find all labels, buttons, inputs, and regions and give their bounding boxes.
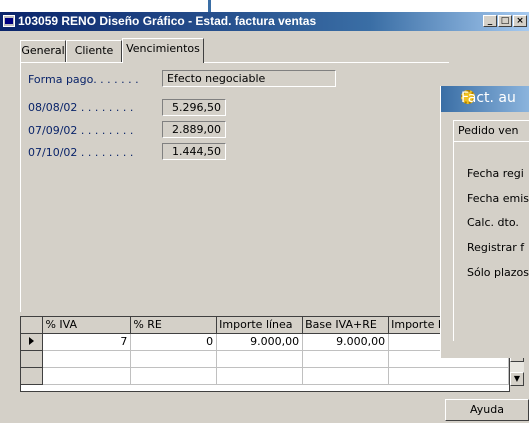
row-selector[interactable] — [21, 350, 44, 368]
table-row[interactable]: 7 0 9.000,00 9.000,00 630,00 — [21, 333, 509, 351]
column-header-re[interactable]: % RE — [130, 317, 218, 334]
minimize-button[interactable]: _ — [483, 15, 497, 27]
current-row-arrow-icon — [29, 337, 35, 345]
vencimiento-amount-2[interactable]: 2.889,00 — [162, 121, 226, 138]
window-title: 103059 RENO Diseño Gráfico - Estad. fact… — [18, 14, 317, 28]
row-selector[interactable] — [21, 333, 44, 351]
forma-pago-field[interactable]: Efecto negociable — [162, 70, 336, 87]
dialog-label-fecha-emision: Fecha emis — [467, 192, 529, 205]
tab-general[interactable]: General — [20, 40, 66, 62]
cell-base[interactable]: 9.000,00 — [302, 333, 390, 351]
table-row[interactable] — [21, 350, 509, 368]
table-row[interactable] — [21, 367, 509, 385]
tab-panel — [20, 62, 449, 312]
forma-pago-label: Forma pago. . . . . . . — [28, 73, 139, 86]
dialog-title-bar[interactable]: Fact. au — [441, 86, 529, 112]
cell-re[interactable]: 0 — [130, 333, 218, 351]
background-window-edge — [208, 0, 211, 12]
app-icon — [3, 15, 15, 27]
row-selector[interactable] — [21, 367, 44, 385]
restore-button[interactable]: □ — [498, 15, 512, 27]
column-header-iva[interactable]: % IVA — [42, 317, 132, 334]
grid-header-row: % IVA % RE Importe línea Base IVA+RE Imp… — [21, 317, 509, 334]
vencimiento-date-1: 08/08/02 . . . . . . . . — [28, 101, 134, 114]
fact-dialog: Fact. au Pedido ven Fecha regi Fecha emi… — [440, 86, 529, 358]
vencimiento-amount-3[interactable]: 1.444,50 — [162, 143, 226, 160]
vencimiento-date-2: 07/09/02 . . . . . . . . — [28, 124, 134, 137]
tab-pedido-ventas[interactable]: Pedido ven — [453, 120, 529, 142]
help-button[interactable]: Ayuda — [445, 399, 529, 421]
dialog-label-calc-dto: Calc. dto. — [467, 216, 519, 229]
tax-grid[interactable]: % IVA % RE Importe línea Base IVA+RE Imp… — [20, 316, 510, 392]
grid-corner — [21, 317, 44, 334]
title-bar[interactable]: 103059 RENO Diseño Gráfico - Estad. fact… — [0, 12, 529, 31]
dialog-label-fecha-registro: Fecha regi — [467, 167, 524, 180]
dialog-label-solo-plazos: Sólo plazos — [467, 266, 529, 279]
background-strip — [0, 0, 529, 12]
cell-iva[interactable]: 7 — [42, 333, 132, 351]
tab-cliente[interactable]: Cliente — [66, 40, 122, 62]
vencimiento-date-3: 07/10/02 . . . . . . . . — [28, 146, 134, 159]
column-header-importe-linea[interactable]: Importe línea — [216, 317, 304, 334]
cell-importe-linea[interactable]: 9.000,00 — [216, 333, 304, 351]
tab-vencimientos[interactable]: Vencimientos — [122, 38, 204, 63]
close-button[interactable]: × — [513, 15, 527, 27]
column-header-base[interactable]: Base IVA+RE — [302, 317, 390, 334]
dialog-label-registrar: Registrar f — [467, 241, 525, 254]
dialog-title: Fact. au — [461, 90, 516, 106]
vencimiento-amount-1[interactable]: 5.296,50 — [162, 99, 226, 116]
scroll-down-icon[interactable]: ▼ — [510, 372, 524, 386]
